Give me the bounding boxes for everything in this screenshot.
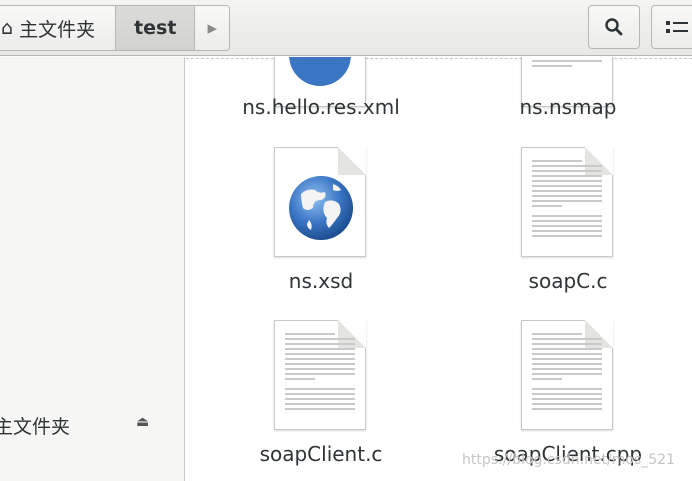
sidebar-item-label: 主文件夹 xyxy=(0,416,71,438)
globe-icon xyxy=(274,147,366,257)
path-bar: ⌂ 主文件夹 test ▸ xyxy=(0,5,230,51)
file-name: ns.hello.res.xml xyxy=(242,95,400,119)
file-name: soapC.c xyxy=(528,269,608,293)
path-button-home[interactable]: ⌂ 主文件夹 xyxy=(0,6,117,50)
file-item[interactable] xyxy=(221,147,421,277)
file-item[interactable] xyxy=(468,147,668,277)
watermark: https://blog.csdn.net/mos_521 xyxy=(462,452,675,468)
home-icon: ⌂ xyxy=(1,17,14,39)
path-home-label: 主文件夹 xyxy=(19,18,96,41)
path-forward-button[interactable]: ▸ xyxy=(195,6,229,50)
text-document-icon xyxy=(274,320,366,430)
file-name: ns.xsd xyxy=(288,269,354,293)
text-document-icon xyxy=(521,320,613,430)
chevron-right-icon: ▸ xyxy=(207,17,217,39)
path-current-label: test xyxy=(134,17,177,39)
file-item[interactable] xyxy=(221,320,421,450)
path-button-current[interactable]: test xyxy=(116,6,196,50)
file-name: soapClient.c xyxy=(259,442,383,466)
file-item[interactable] xyxy=(468,320,668,450)
file-name: ns.nsmap xyxy=(519,95,617,119)
search-button[interactable] xyxy=(588,5,640,49)
text-document-icon xyxy=(521,147,613,257)
file-grid: ns.hello.res.xml ns.nsmap ns.xsd soapC.c… xyxy=(186,57,692,481)
search-icon xyxy=(605,18,623,36)
list-view-icon xyxy=(666,21,688,33)
header-bar: ⌂ 主文件夹 test ▸ xyxy=(0,0,692,56)
sidebar-item-home[interactable]: 主文件夹 xyxy=(0,412,70,439)
view-mode-button[interactable] xyxy=(651,5,692,49)
eject-icon[interactable]: ⏏ xyxy=(136,414,149,430)
